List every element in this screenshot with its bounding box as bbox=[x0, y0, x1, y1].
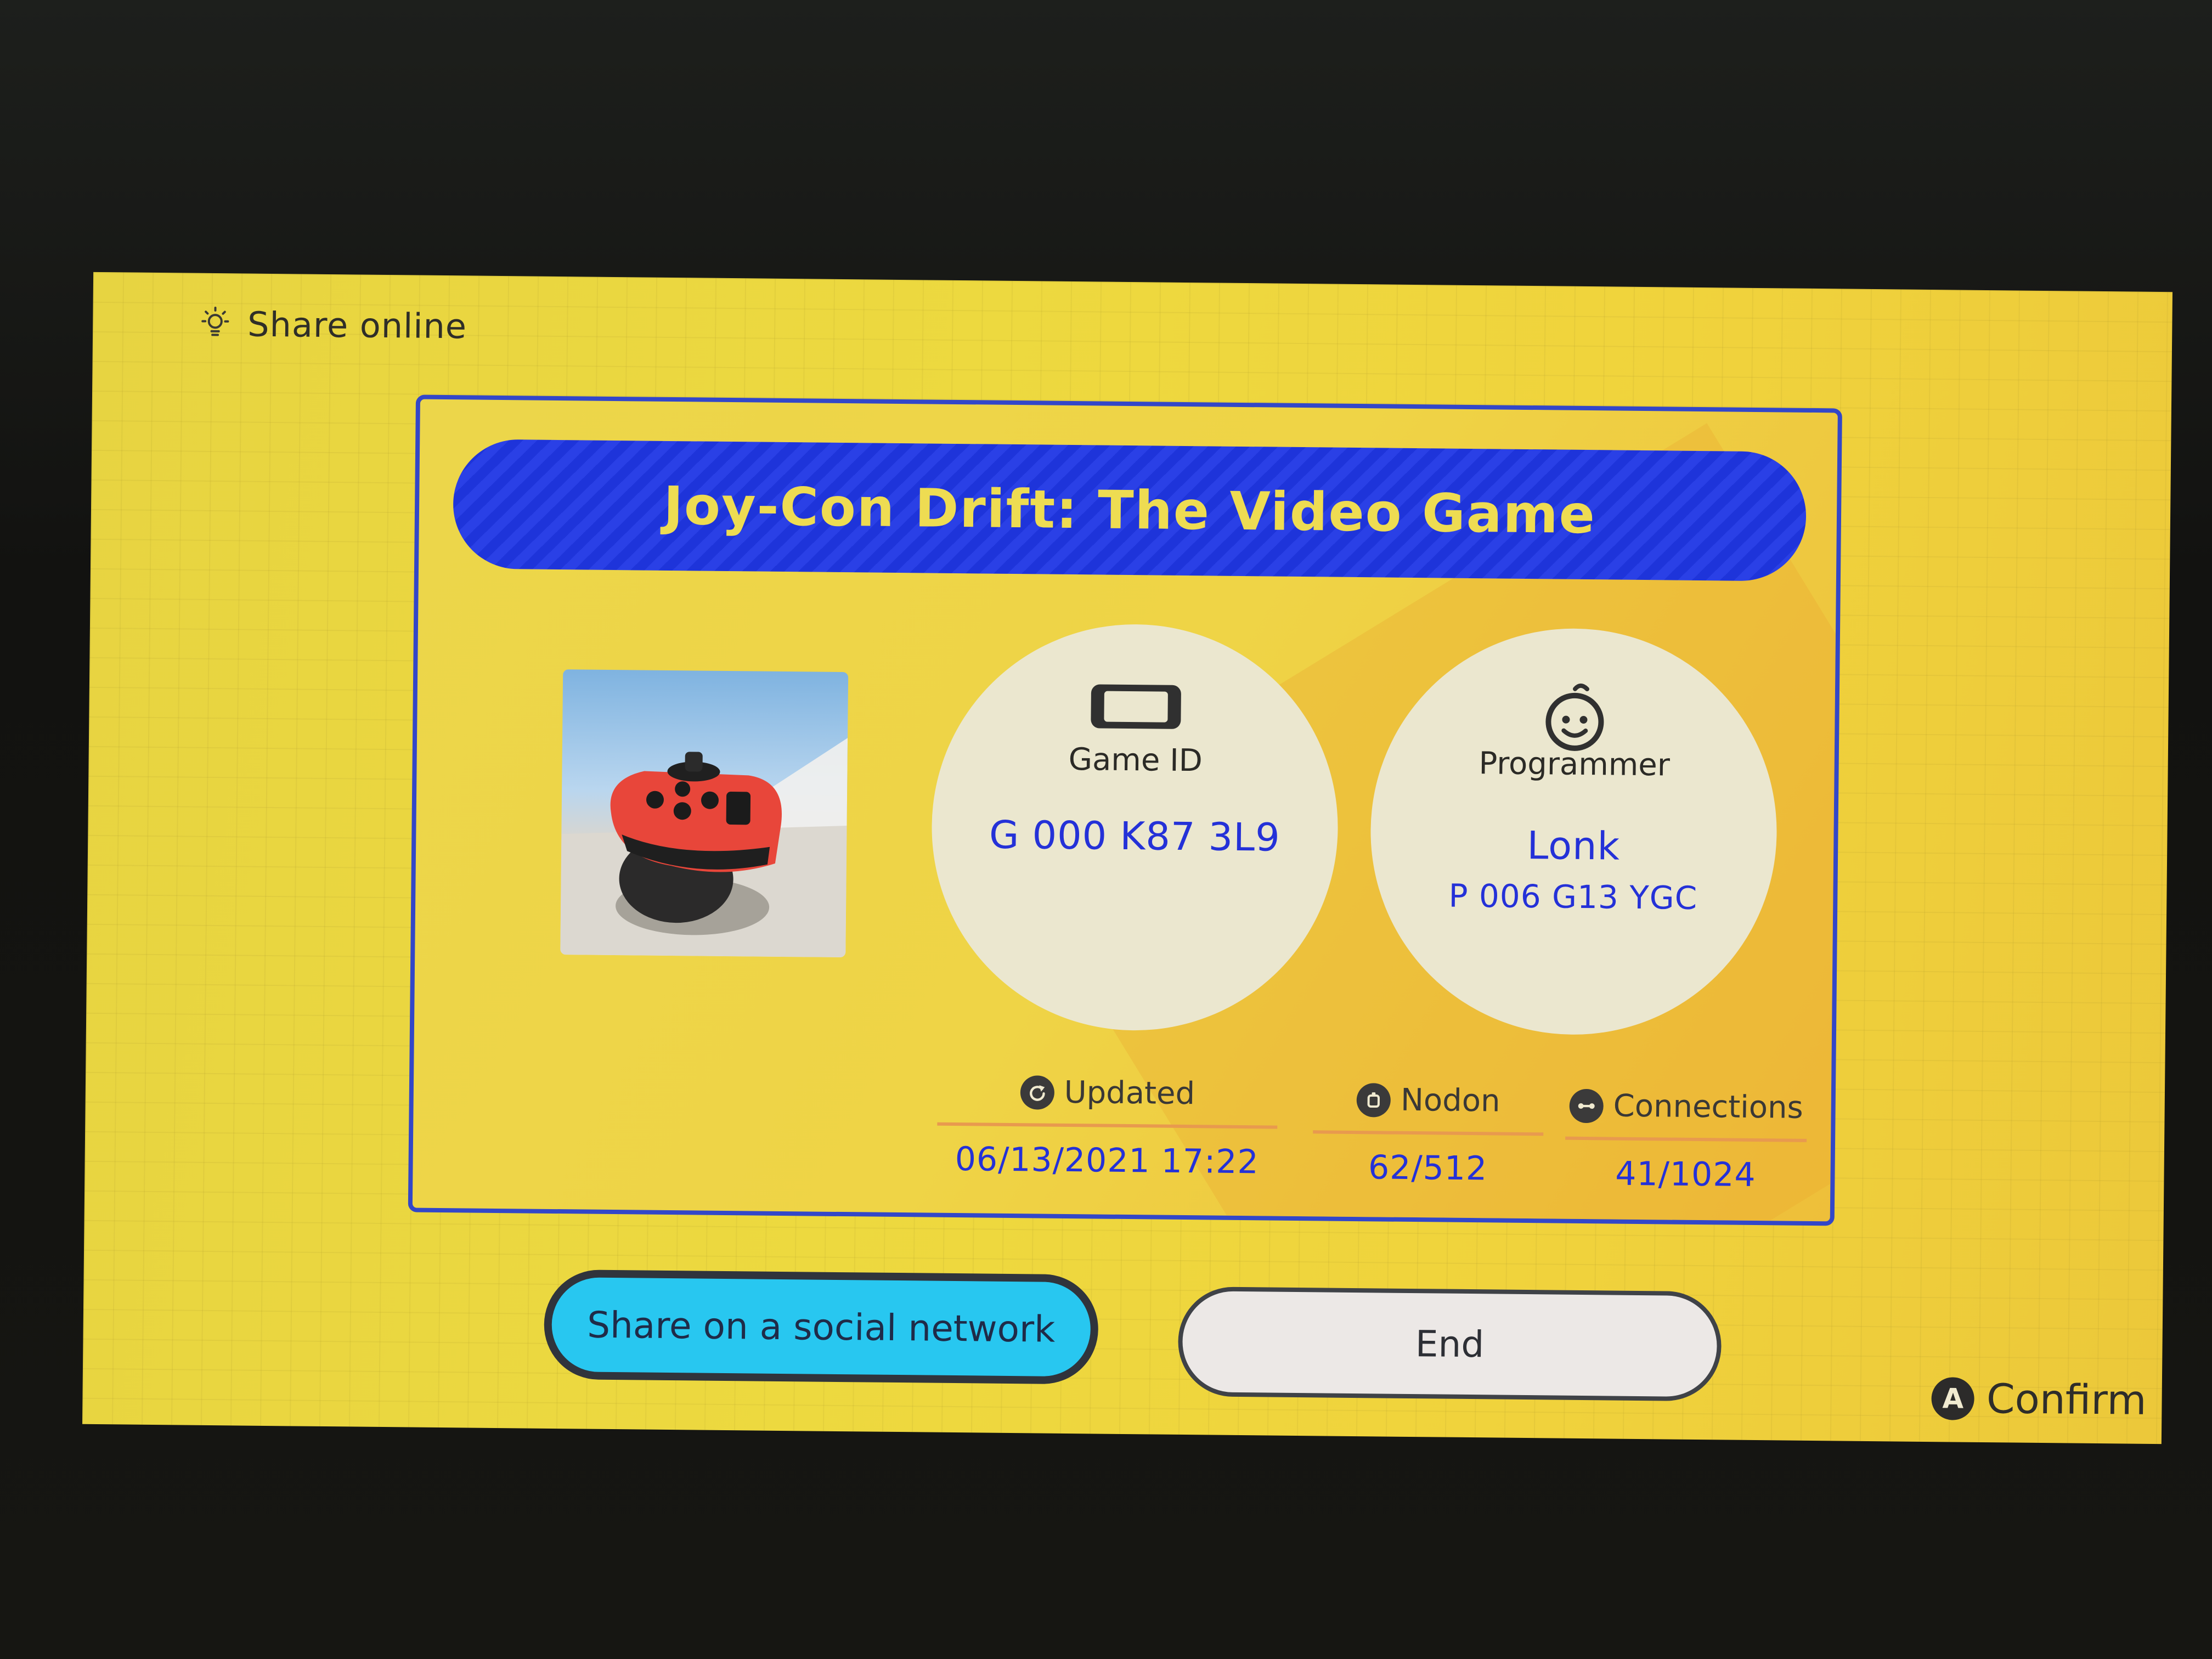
end-label: End bbox=[1415, 1322, 1485, 1365]
nodon-label: Nodon bbox=[1400, 1082, 1500, 1119]
end-button[interactable]: End bbox=[1177, 1286, 1722, 1402]
header: Share online bbox=[197, 304, 467, 347]
updated-stat: Updated 06/13/2021 17:22 bbox=[936, 1073, 1278, 1182]
a-button-icon: A bbox=[1931, 1377, 1975, 1420]
connections-value: 41/1024 bbox=[1615, 1154, 1756, 1195]
programmer-bubble: Programmer Lonk P 006 G13 YGC bbox=[1368, 627, 1779, 1037]
joy-con-thumbnail bbox=[560, 669, 849, 958]
refresh-icon bbox=[1020, 1075, 1055, 1110]
link-icon bbox=[1569, 1088, 1604, 1123]
game-title-banner: Joy-Con Drift: The Video Game bbox=[453, 439, 1807, 582]
confirm-label: Confirm bbox=[1986, 1375, 2147, 1424]
share-online-screen: Share online Joy-Con Drift: The Video Ga… bbox=[82, 272, 2172, 1444]
nodon-icon bbox=[1356, 1082, 1391, 1118]
game-id-label: Game ID bbox=[1068, 741, 1203, 779]
game-title: Joy-Con Drift: The Video Game bbox=[663, 475, 1596, 546]
connections-label: Connections bbox=[1613, 1088, 1804, 1126]
game-info-card: Joy-Con Drift: The Video Game Game ID G … bbox=[408, 394, 1842, 1226]
connections-stat: Connections 41/1024 bbox=[1565, 1087, 1807, 1195]
programmer-name: Lonk bbox=[1527, 822, 1621, 869]
share-social-button[interactable]: Share on a social network bbox=[543, 1269, 1099, 1385]
game-id-bubble: Game ID G 000 K87 3L9 bbox=[930, 622, 1340, 1032]
share-social-label: Share on a social network bbox=[586, 1304, 1056, 1351]
nodon-value: 62/512 bbox=[1368, 1148, 1488, 1188]
confirm-hint: A Confirm bbox=[1931, 1375, 2147, 1424]
programmer-id: P 006 G13 YGC bbox=[1448, 877, 1698, 917]
game-id-value: G 000 K87 3L9 bbox=[989, 812, 1281, 860]
nodon-stat: Nodon 62/512 bbox=[1312, 1081, 1544, 1188]
updated-value: 06/13/2021 17:22 bbox=[955, 1140, 1259, 1182]
screen-title: Share online bbox=[247, 304, 467, 347]
updated-label: Updated bbox=[1064, 1074, 1195, 1112]
smiley-icon bbox=[1525, 678, 1624, 751]
lightbulb-icon bbox=[197, 304, 234, 343]
console-icon bbox=[1086, 673, 1186, 746]
programmer-label: Programmer bbox=[1479, 746, 1671, 783]
